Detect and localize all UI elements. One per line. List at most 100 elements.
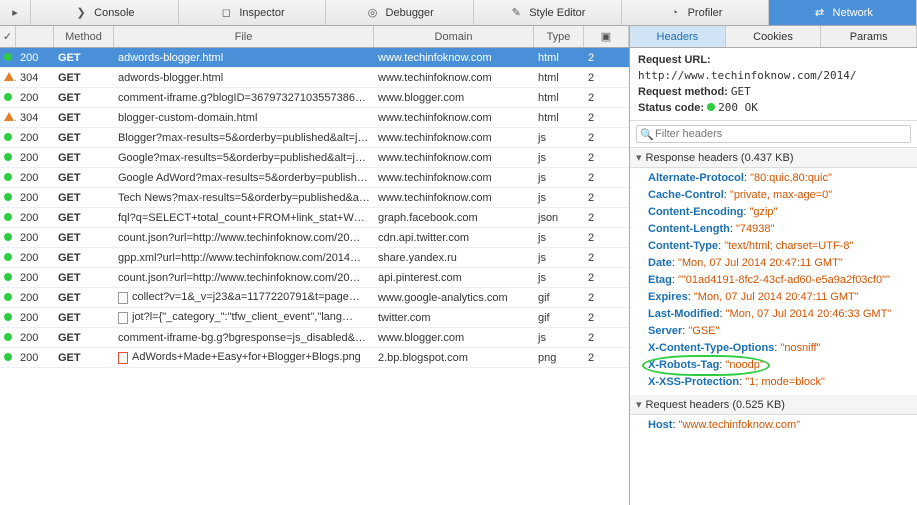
status-ok-icon	[4, 153, 12, 161]
cell-method: GET	[54, 92, 114, 104]
file-icon	[118, 312, 128, 324]
request-row[interactable]: 200GETAdWords+Made+Easy+for+Blogger+Blog…	[0, 348, 629, 368]
cell-code: 200	[16, 232, 54, 244]
cell-code: 200	[16, 352, 54, 364]
cell-domain: www.blogger.com	[374, 332, 534, 344]
request-url-label: Request URL:	[638, 54, 711, 66]
cell-domain: twitter.com	[374, 312, 534, 324]
search-icon: 🔍	[640, 128, 654, 141]
status-ok-icon	[4, 233, 12, 241]
tab-debugger[interactable]: ◎Debugger	[326, 0, 474, 25]
filter-headers-input[interactable]	[636, 125, 911, 143]
header-entry: Content-Type:text/html; charset=UTF-8	[648, 238, 917, 255]
cell-domain: www.techinfoknow.com	[374, 192, 534, 204]
header-key: Cache-Control	[648, 189, 724, 201]
request-row[interactable]: 200GETcollect?v=1&_v=j23&a=1177220791&t=…	[0, 288, 629, 308]
cell-file: blogger-custom-domain.html	[114, 112, 374, 124]
header-value: 80:quic,80:quic	[747, 172, 832, 184]
cell-file: jot?l={"_category_":"tfw_client_event","…	[114, 311, 374, 323]
cell-extra: 2	[584, 72, 629, 84]
header-key: Last-Modified	[648, 308, 720, 320]
tab-profiler[interactable]: ◔Profiler	[622, 0, 770, 25]
header-value: 1; mode=block	[742, 376, 825, 388]
request-summary: Request URL: http://www.techinfoknow.com…	[630, 48, 917, 121]
response-headers-toggle[interactable]: ▾Response headers (0.437 KB)	[630, 148, 917, 168]
request-row[interactable]: 200GETjot?l={"_category_":"tfw_client_ev…	[0, 308, 629, 328]
header-entry: Content-Length:74938	[648, 221, 917, 238]
tab-params[interactable]: Params	[821, 26, 917, 47]
header-entry: Alternate-Protocol:80:quic,80:quic	[648, 170, 917, 187]
tab-cookies[interactable]: Cookies	[726, 26, 822, 47]
request-row[interactable]: 200GETTech News?max-results=5&orderby=pu…	[0, 188, 629, 208]
header-value: noodp	[722, 359, 763, 371]
col-status-code[interactable]	[16, 26, 54, 47]
requests-list: 200GETadwords-blogger.htmlwww.techinfokn…	[0, 48, 629, 368]
twisty-icon: ▾	[636, 398, 642, 411]
cell-type: html	[534, 92, 584, 104]
network-icon: ⇄	[813, 6, 827, 20]
cell-domain: www.techinfoknow.com	[374, 172, 534, 184]
header-entry: Cache-Control:private, max-age=0	[648, 187, 917, 204]
debugger-icon: ◎	[366, 6, 380, 20]
request-headers-toggle[interactable]: ▾ Request headers (0.525 KB)	[630, 395, 917, 415]
cell-type: js	[534, 152, 584, 164]
cell-code: 200	[16, 192, 54, 204]
request-row[interactable]: 304GETadwords-blogger.htmlwww.techinfokn…	[0, 68, 629, 88]
tab-style-editor[interactable]: ✎Style Editor	[474, 0, 622, 25]
col-status-indicator[interactable]: ✓	[0, 26, 16, 47]
cell-code: 200	[16, 152, 54, 164]
file-icon	[118, 292, 128, 304]
header-entry: Last-Modified:Mon, 07 Jul 2014 20:46:33 …	[648, 306, 917, 323]
cell-method: GET	[54, 232, 114, 244]
cell-file: Google?max-results=5&orderby=published&a…	[114, 152, 374, 164]
cell-code: 200	[16, 52, 54, 64]
request-row[interactable]: 200GETBlogger?max-results=5&orderby=publ…	[0, 128, 629, 148]
request-row[interactable]: 200GETGoogle AdWord?max-results=5&orderb…	[0, 168, 629, 188]
request-row[interactable]: 200GETcomment-iframe-bg.g?bgresponse=js_…	[0, 328, 629, 348]
tab-label: Inspector	[239, 7, 284, 19]
request-row[interactable]: 200GETcomment-iframe.g?blogID=3679732710…	[0, 88, 629, 108]
col-file[interactable]: File	[114, 26, 374, 47]
status-ok-icon	[4, 253, 12, 261]
col-extra[interactable]: ▣	[584, 26, 629, 47]
request-row[interactable]: 304GETblogger-custom-domain.htmlwww.tech…	[0, 108, 629, 128]
cell-code: 200	[16, 272, 54, 284]
cell-file: collect?v=1&_v=j23&a=1177220791&t=page…	[114, 291, 374, 303]
cell-file: AdWords+Made+Easy+for+Blogger+Blogs.png	[114, 351, 374, 363]
cell-extra: 2	[584, 172, 629, 184]
tab-inspector[interactable]: ◻Inspector	[179, 0, 327, 25]
col-method[interactable]: Method	[54, 26, 114, 47]
cell-file: count.json?url=http://www.techinfoknow.c…	[114, 272, 374, 284]
request-row[interactable]: 200GETcount.json?url=http://www.techinfo…	[0, 228, 629, 248]
cell-method: GET	[54, 52, 114, 64]
request-row[interactable]: 200GETfql?q=SELECT+total_count+FROM+link…	[0, 208, 629, 228]
request-row[interactable]: 200GETgpp.xml?url=http://www.techinfokno…	[0, 248, 629, 268]
col-type[interactable]: Type	[534, 26, 584, 47]
request-row[interactable]: 200GETadwords-blogger.htmlwww.techinfokn…	[0, 48, 629, 68]
requests-panel: ✓ Method File Domain Type ▣ 200GETadword…	[0, 26, 630, 505]
tab-network[interactable]: ⇄Network	[769, 0, 917, 25]
cell-type: html	[534, 52, 584, 64]
header-entry: X-Content-Type-Options:nosniff	[648, 340, 917, 357]
header-key: X-XSS-Protection	[648, 376, 739, 388]
cell-file: count.json?url=http://www.techinfoknow.c…	[114, 232, 374, 244]
cell-file: gpp.xml?url=http://www.techinfoknow.com/…	[114, 252, 374, 264]
header-key: X-Content-Type-Options	[648, 342, 774, 354]
status-ok-icon	[4, 173, 12, 181]
status-ok-icon	[4, 273, 12, 281]
request-row[interactable]: 200GETcount.json?url=http://www.techinfo…	[0, 268, 629, 288]
section-title: Request headers (0.525 KB)	[646, 399, 785, 411]
header-entry: Etag:"01ad4191-8fc2-43cf-ad60-e5a9a2f03c…	[648, 272, 917, 289]
request-row[interactable]: 200GETGoogle?max-results=5&orderby=publi…	[0, 148, 629, 168]
status-ok-icon	[4, 213, 12, 221]
tab-console[interactable]: ❯Console	[31, 0, 179, 25]
toolbar-menu-button[interactable]: ▸	[0, 0, 31, 25]
cell-domain: cdn.api.twitter.com	[374, 232, 534, 244]
col-domain[interactable]: Domain	[374, 26, 534, 47]
twisty-icon: ▾	[636, 151, 642, 164]
cell-method: GET	[54, 212, 114, 224]
tab-headers[interactable]: Headers	[630, 26, 726, 47]
status-ok-icon	[4, 93, 12, 101]
cell-method: GET	[54, 252, 114, 264]
header-key: Server	[648, 325, 682, 337]
